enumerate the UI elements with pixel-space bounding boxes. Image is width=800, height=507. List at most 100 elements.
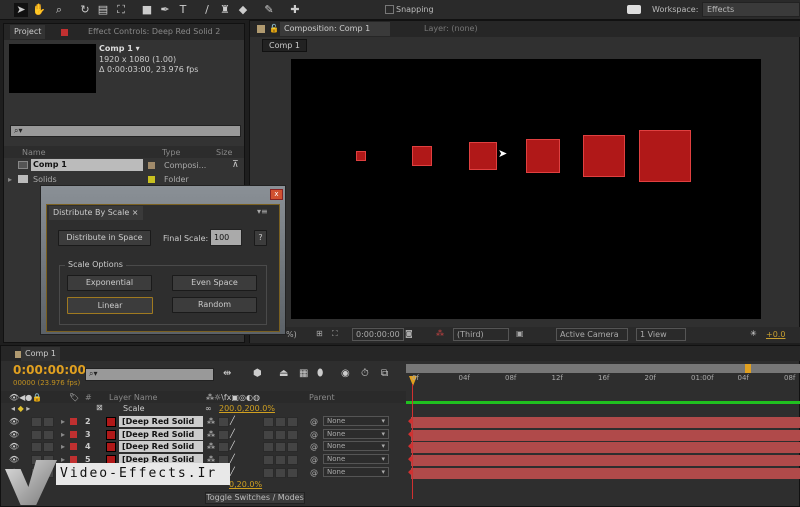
views-select[interactable]: 1 View	[636, 328, 686, 341]
quality-switch[interactable]: ╱	[230, 454, 235, 463]
expand-arrow-icon[interactable]: ▸	[61, 442, 65, 451]
shy-switch[interactable]: ⁂	[207, 417, 215, 426]
layer-name[interactable]: [Deep Red Solid 2]	[119, 428, 203, 450]
region-icon[interactable]: ⊞	[316, 329, 323, 338]
layer-row[interactable]: 👁 ▸ 4 [Deep Red Solid 2] ⁂ ╱ @ None▾ ◆	[1, 441, 800, 462]
column-name[interactable]: Name	[22, 148, 46, 157]
tab-effect-controls[interactable]: Effect Controls: Deep Red Solid 2	[84, 25, 224, 39]
motion-blur-switch[interactable]	[263, 467, 274, 478]
adjustment-switch[interactable]	[275, 417, 286, 427]
timeline-timecode[interactable]: 0:00:00:00	[13, 363, 86, 377]
quality-switch[interactable]: ╱	[230, 467, 235, 476]
project-item-comp[interactable]: Comp 1 Composi...	[4, 159, 234, 172]
pick-whip-icon[interactable]: @	[310, 468, 318, 477]
camera-tool-icon[interactable]: ▤	[96, 3, 110, 17]
solo-switch[interactable]	[31, 429, 42, 440]
tab-distribute-by-scale[interactable]: Distribute By Scale ×	[49, 206, 143, 220]
lock-switch[interactable]	[43, 417, 54, 427]
eye-icon[interactable]: 👁	[9, 442, 19, 451]
draft-3d-icon[interactable]: ⬢	[253, 368, 262, 379]
layer-square[interactable]	[526, 139, 560, 173]
parent-select[interactable]: None ▾	[323, 416, 389, 426]
scale-value[interactable]: 0,20.0%	[229, 480, 262, 489]
layer-name[interactable]: [Deep Red Solid 2]	[119, 441, 203, 462]
clone-stamp-tool-icon[interactable]: ♜	[218, 3, 232, 17]
layer-square[interactable]	[583, 135, 625, 177]
column-size[interactable]: Size	[216, 148, 232, 157]
label-color[interactable]	[70, 418, 77, 425]
work-area-bar[interactable]	[406, 364, 800, 373]
selection-tool-icon[interactable]: ➤	[14, 3, 28, 17]
solo-switch[interactable]	[31, 442, 42, 453]
hide-shy-icon[interactable]: ⏏	[279, 368, 288, 379]
column-type[interactable]: Type	[162, 148, 180, 157]
quality-switch[interactable]: ╱	[230, 416, 235, 425]
3d-switch[interactable]	[287, 455, 298, 466]
brainstorm-icon[interactable]: ◉	[341, 368, 350, 379]
layer-duration-bar[interactable]	[411, 442, 800, 454]
eraser-tool-icon[interactable]: ◆	[236, 3, 250, 17]
constrain-link-icon[interactable]: ∞	[205, 404, 212, 413]
motion-blur-switch[interactable]	[263, 429, 274, 440]
expand-arrow-icon[interactable]: ▸	[61, 430, 65, 439]
flowchart-icon[interactable]: ⊼	[232, 160, 239, 170]
layer-square[interactable]	[356, 151, 366, 161]
adjustment-switch[interactable]	[275, 442, 286, 453]
tab-project[interactable]: Project	[10, 25, 46, 39]
collapse-switch[interactable]	[218, 417, 229, 427]
distribute-in-space-button[interactable]: Distribute in Space	[58, 230, 151, 246]
exposure-value[interactable]: +0.0	[766, 330, 785, 339]
roto-brush-tool-icon[interactable]: ✎	[262, 3, 276, 17]
3d-switch[interactable]	[287, 417, 298, 427]
layer-duration-bar[interactable]	[411, 467, 800, 479]
layer-duration-bar[interactable]	[411, 455, 800, 467]
zoom-tool-icon[interactable]: ⌕	[52, 3, 66, 17]
scale-value[interactable]: 200.0,200.0%	[219, 404, 275, 413]
eye-icon[interactable]: 👁	[9, 417, 19, 426]
layer-row[interactable]: 👁 ▸ 2 [Deep Red Solid 2] ⁂ ╱ @ None▾ ◆	[1, 416, 800, 437]
pick-whip-icon[interactable]: @	[310, 417, 318, 426]
resolution-select[interactable]: (Third)	[453, 328, 509, 341]
magnification-select[interactable]: %)	[286, 330, 297, 339]
puppet-tool-icon[interactable]: ✚	[288, 3, 302, 17]
label-color[interactable]	[70, 430, 77, 438]
parent-select[interactable]: None ▾	[323, 466, 389, 477]
pick-whip-icon[interactable]: @	[310, 430, 318, 439]
workspace-icon[interactable]	[627, 5, 641, 14]
layer-square[interactable]	[469, 142, 497, 170]
quality-switch[interactable]: ╱	[230, 441, 235, 450]
tab-timeline-comp[interactable]: Comp 1	[21, 347, 60, 361]
roi-icon[interactable]: ▣	[516, 329, 524, 338]
column-layer-name[interactable]: Layer Name	[109, 393, 157, 402]
toggle-switches-modes-button[interactable]: Toggle Switches / Modes	[205, 492, 305, 504]
hand-tool-icon[interactable]: ✋	[32, 3, 46, 17]
parent-select[interactable]: None ▾	[323, 441, 389, 452]
exposure-icon[interactable]: ✳	[750, 329, 757, 338]
3d-switch[interactable]	[287, 467, 298, 478]
solo-switch[interactable]	[31, 417, 42, 427]
composition-mini-flowchart-icon[interactable]: ⇹	[223, 368, 231, 379]
timeline-search-input[interactable]: ⌕▾	[85, 368, 214, 381]
parent-select[interactable]: None ▾	[323, 428, 389, 439]
motion-blur-icon[interactable]: ⬮	[317, 368, 323, 379]
tab-layer[interactable]: Layer: (none)	[420, 22, 482, 36]
pen-tool-icon[interactable]: ✒	[158, 3, 172, 17]
adjustment-switch[interactable]	[275, 429, 286, 440]
parent-select[interactable]: None ▾	[323, 454, 389, 465]
layer-square[interactable]	[639, 130, 691, 182]
comp-viewer[interactable]: ➤	[291, 59, 761, 319]
stopwatch-icon[interactable]: ⊠	[96, 403, 103, 412]
layer-square[interactable]	[412, 146, 432, 166]
panel-menu-icon[interactable]: ▾≡	[257, 207, 268, 216]
graph-editor-icon[interactable]: ⧉	[381, 368, 388, 379]
exponential-button[interactable]: Exponential	[67, 275, 152, 291]
eye-icon[interactable]: 👁	[9, 455, 19, 464]
text-tool-icon[interactable]: T	[176, 3, 190, 17]
help-button[interactable]: ?	[254, 230, 267, 246]
motion-blur-switch[interactable]	[263, 442, 274, 453]
random-button[interactable]: Random	[172, 297, 257, 313]
keyframe-navigator-icon[interactable]: ◂ ◆ ▸	[11, 404, 30, 413]
layer-row[interactable]: 👁 ▸ 3 [Deep Red Solid 2] ⁂ ╱ @ None▾ ◆	[1, 428, 800, 450]
3d-switch[interactable]	[287, 429, 298, 440]
camera-select[interactable]: Active Camera	[556, 328, 628, 341]
